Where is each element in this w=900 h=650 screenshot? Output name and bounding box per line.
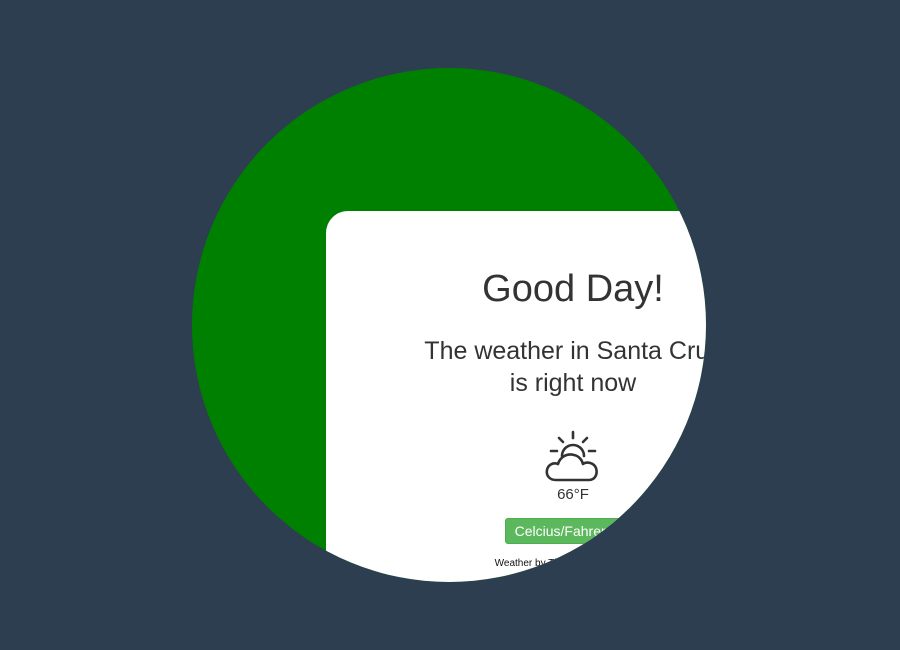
weather-line-2: is right now xyxy=(509,369,637,397)
unit-toggle-button[interactable]: Celcius/Fahrenheit xyxy=(505,518,641,544)
greeting-heading: Good Day! xyxy=(482,268,664,310)
circle-magnifier: Good Day! The weather in Santa Cruz is r… xyxy=(192,68,706,582)
weather-line-1: The weather in Santa Cruz xyxy=(424,337,706,365)
temperature-readout: 66°F xyxy=(557,486,589,503)
partly-cloudy-day-icon xyxy=(540,429,606,489)
viewport: Good Day! The weather in Santa Cruz is r… xyxy=(0,0,900,650)
weather-location-text: The weather in Santa Cruz is right now xyxy=(326,335,706,399)
weather-credit: Weather by The Weather Company xyxy=(494,558,652,569)
weather-card: Good Day! The weather in Santa Cruz is r… xyxy=(326,211,706,582)
